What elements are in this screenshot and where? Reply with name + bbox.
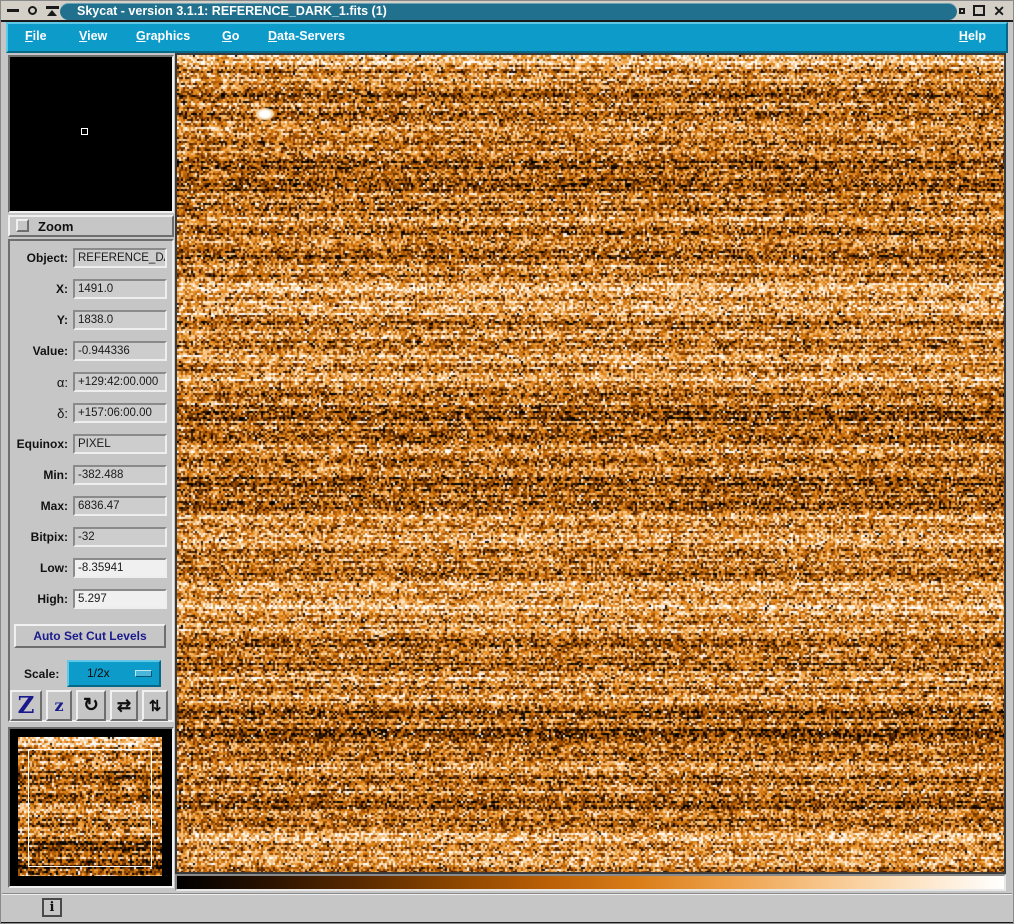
- info-panel: Object: REFERENCE_DARK_1 X: 1491.0 Y: 18…: [8, 239, 174, 722]
- minimize-icon[interactable]: [959, 7, 966, 14]
- min-value: -382.488: [73, 465, 167, 485]
- zoom-checkbox[interactable]: [16, 219, 29, 232]
- window-title: Skycat - version 3.1.1: REFERENCE_DARK_1…: [60, 3, 957, 20]
- menu-file[interactable]: File: [25, 29, 47, 43]
- field-value: Value: -0.944336: [12, 341, 170, 361]
- scale-option-menu[interactable]: 1/2x: [67, 660, 161, 687]
- scale-label: Scale:: [24, 667, 60, 681]
- ra-value: +129:42:00.000: [73, 372, 167, 392]
- info-rows: Object: REFERENCE_DARK_1 X: 1491.0 Y: 18…: [12, 248, 170, 620]
- bitpix-value: -32: [73, 527, 167, 547]
- window-shade-icon[interactable]: [46, 5, 59, 17]
- colorbar[interactable]: [175, 874, 1006, 891]
- object-value: REFERENCE_DARK_1: [73, 248, 167, 268]
- maximize-icon[interactable]: [973, 5, 986, 16]
- zoom-out-button[interactable]: z: [46, 690, 72, 721]
- option-menu-indicator-icon: [135, 670, 152, 677]
- high-cut-input[interactable]: 5.297: [73, 589, 167, 609]
- scale-value: 1/2x: [87, 666, 110, 680]
- menu-data-servers[interactable]: Data-Servers: [268, 29, 345, 43]
- field-equinox: Equinox: PIXEL: [12, 434, 170, 454]
- zoom-window[interactable]: [8, 55, 174, 213]
- statusbar: i: [2, 893, 1012, 920]
- rotate-icon[interactable]: ↻: [76, 690, 106, 721]
- y-value: 1838.0: [73, 310, 167, 330]
- low-cut-input[interactable]: -8.35941: [73, 558, 167, 578]
- pixel-value: -0.944336: [73, 341, 167, 361]
- field-ra: α: +129:42:00.000: [12, 372, 170, 392]
- field-x: X: 1491.0: [12, 279, 170, 299]
- menu-graphics[interactable]: Graphics: [136, 29, 190, 43]
- iconify-icon[interactable]: [7, 9, 19, 12]
- close-icon[interactable]: ✕: [993, 4, 1005, 18]
- titlebar: Skycat - version 3.1.1: REFERENCE_DARK_1…: [1, 1, 1013, 22]
- colorbar-gradient: [177, 876, 1004, 889]
- field-max: Max: 6836.47: [12, 496, 170, 516]
- fits-image-canvas[interactable]: [177, 55, 1004, 872]
- titlebar-right-controls: ✕: [959, 1, 1005, 20]
- field-low: Low: -8.35941: [12, 558, 170, 578]
- pan-window[interactable]: [8, 727, 174, 888]
- zoom-toolbar: Z z ↻ ⇄ ⇅: [10, 690, 172, 721]
- skycat-window: Skycat - version 3.1.1: REFERENCE_DARK_1…: [0, 0, 1014, 924]
- menubar: File View Graphics Go Data-Servers Help: [6, 22, 1008, 53]
- auto-set-cut-levels-button[interactable]: Auto Set Cut Levels: [14, 624, 166, 648]
- window-circle-icon[interactable]: [28, 6, 37, 15]
- zoom-in-button[interactable]: Z: [10, 690, 42, 721]
- titlebar-left-controls: [7, 1, 59, 20]
- x-value: 1491.0: [73, 279, 167, 299]
- zoom-toggle-bar: Zoom: [8, 215, 174, 237]
- field-min: Min: -382.488: [12, 465, 170, 485]
- info-icon[interactable]: i: [42, 898, 62, 917]
- dec-value: +157:06:00.00: [73, 403, 167, 423]
- flip-horizontal-icon[interactable]: ⇄: [110, 690, 138, 721]
- zoom-checkbox-label: Zoom: [38, 219, 74, 234]
- menu-help[interactable]: Help: [959, 29, 986, 43]
- equinox-value: PIXEL: [73, 434, 167, 454]
- menu-go[interactable]: Go: [222, 29, 239, 43]
- field-y: Y: 1838.0: [12, 310, 170, 330]
- menu-view[interactable]: View: [79, 29, 107, 43]
- field-object: Object: REFERENCE_DARK_1: [12, 248, 170, 268]
- zoom-cursor-marker: [81, 128, 88, 135]
- max-value: 6836.47: [73, 496, 167, 516]
- pan-view-rect[interactable]: [28, 749, 152, 867]
- flip-vertical-icon[interactable]: ⇅: [142, 690, 168, 721]
- field-high: High: 5.297: [12, 589, 170, 609]
- field-bitpix: Bitpix: -32: [12, 527, 170, 547]
- field-dec: δ: +157:06:00.00: [12, 403, 170, 423]
- image-area: [175, 53, 1006, 874]
